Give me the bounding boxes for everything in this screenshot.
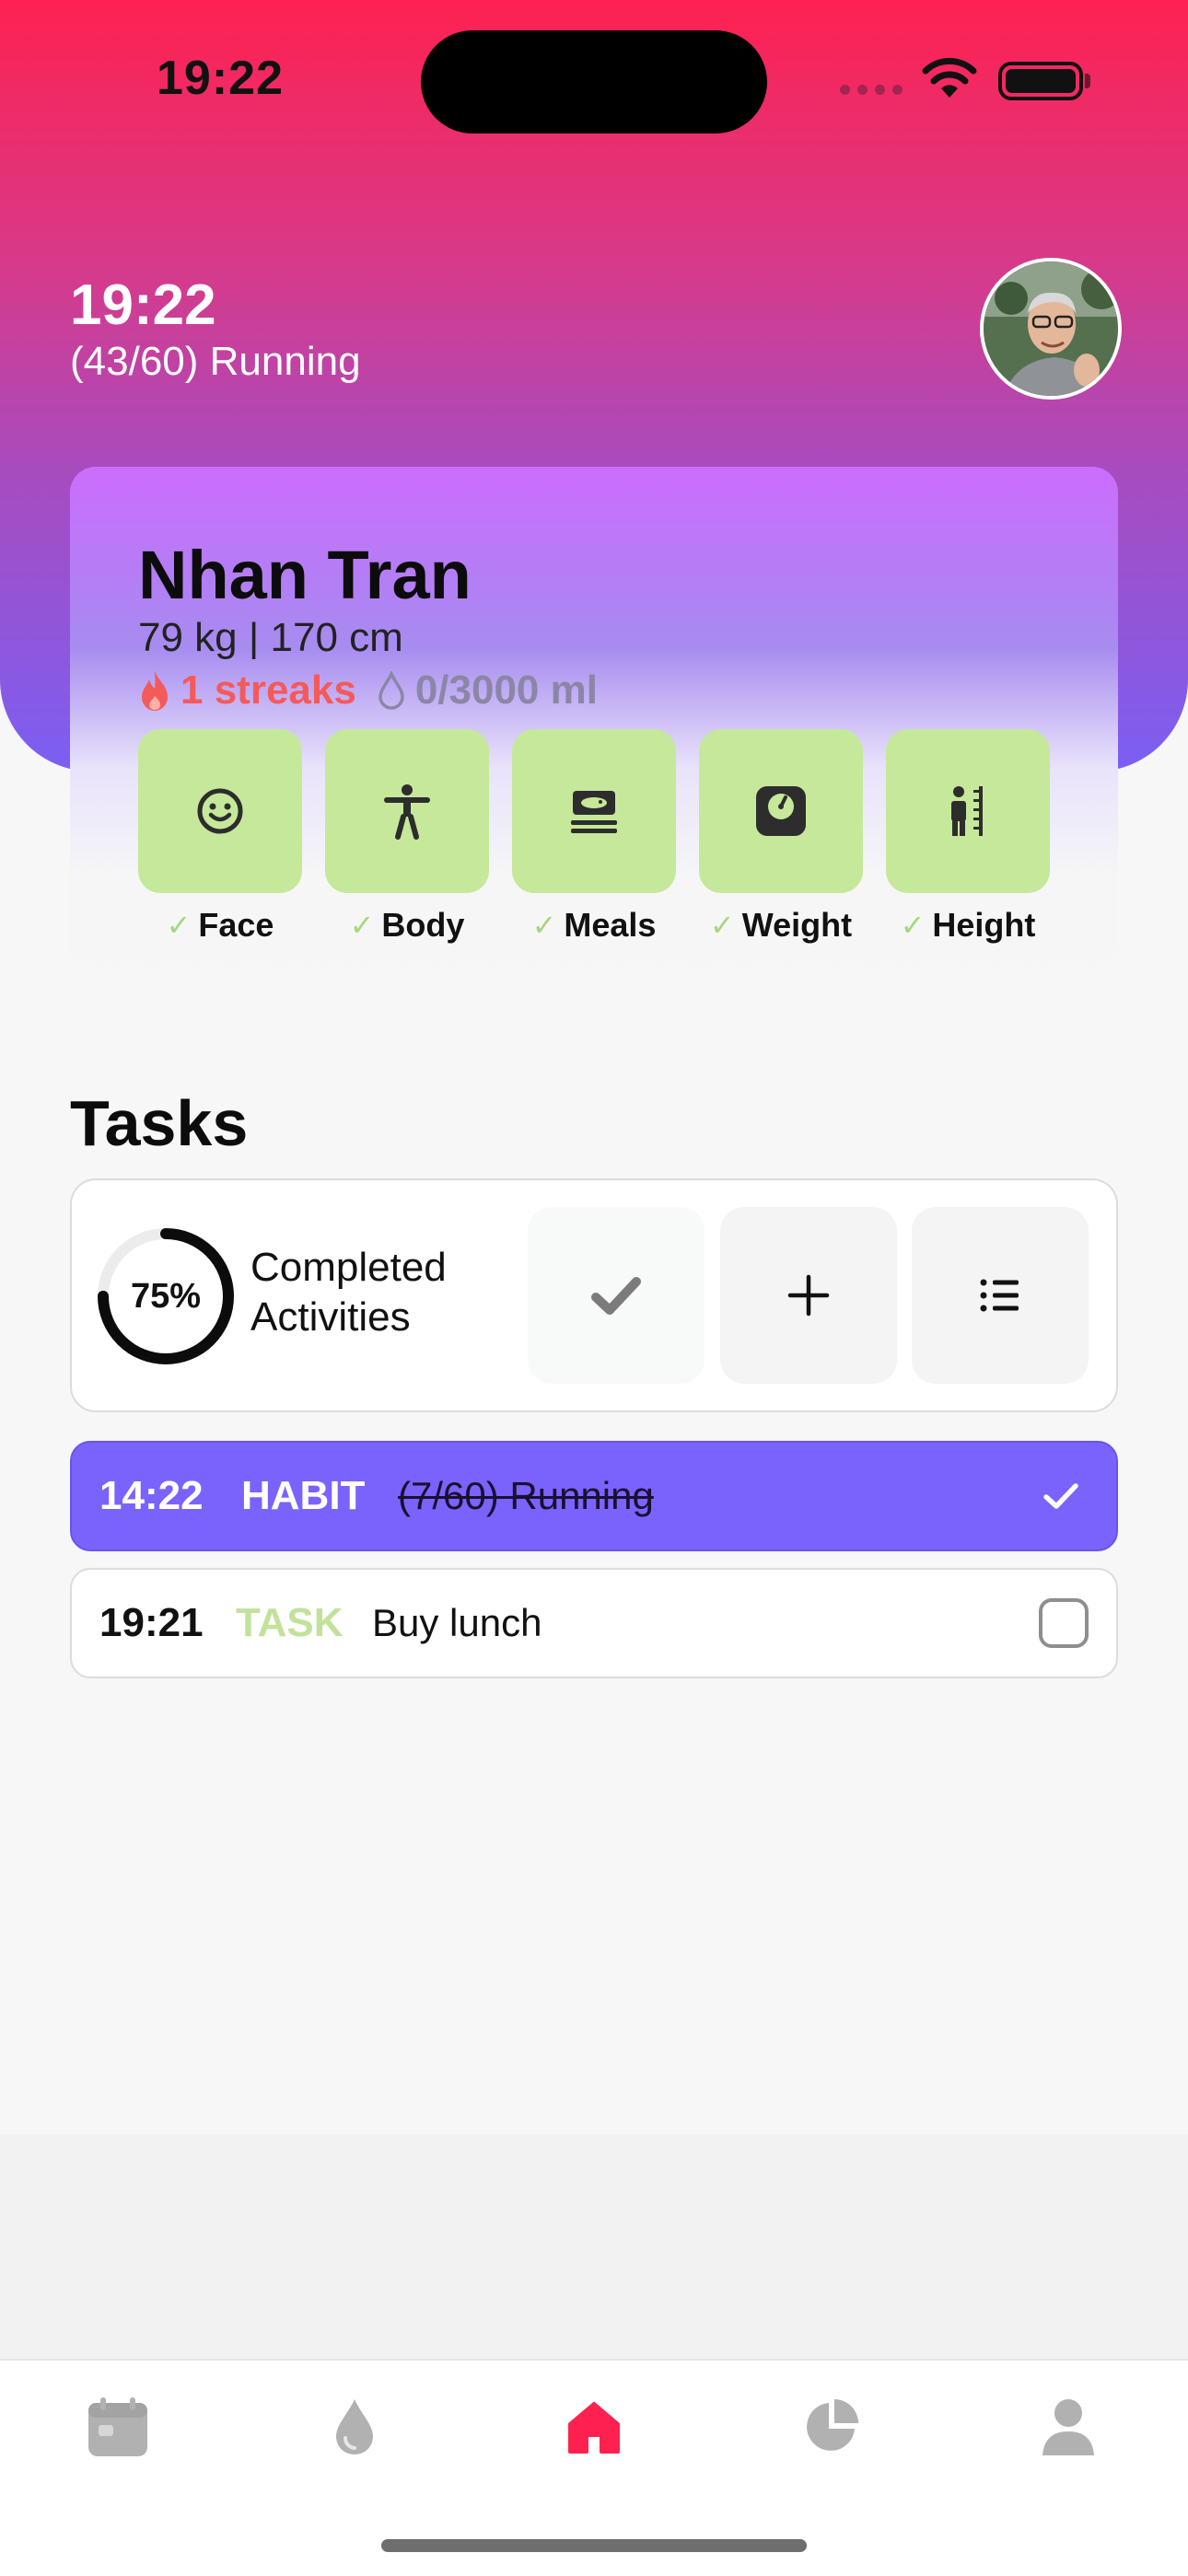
meal-icon <box>571 791 617 833</box>
log-tile-body[interactable] <box>325 729 489 893</box>
body-icon <box>384 784 430 840</box>
complete-all-button[interactable] <box>528 1207 705 1384</box>
log-face[interactable]: ✓ Face <box>138 729 302 945</box>
status-time: 19:22 <box>157 52 284 105</box>
pie-chart-icon <box>807 2399 858 2451</box>
task-checkbox[interactable] <box>1039 1598 1089 1648</box>
person-icon <box>1042 2399 1094 2455</box>
avatar[interactable] <box>980 258 1122 400</box>
task-done-checkbox[interactable] <box>1033 1468 1089 1524</box>
check-icon: ✓ <box>349 909 375 942</box>
log-label-height: Height <box>932 906 1036 944</box>
water-drop-icon <box>379 671 404 710</box>
log-label-face: Face <box>198 906 274 944</box>
task-time: 14:22 <box>99 1473 204 1518</box>
profile-name: Nhan Tran <box>138 537 472 613</box>
log-tile-weight[interactable] <box>699 729 863 893</box>
calendar-icon <box>88 2397 147 2456</box>
list-view-button[interactable] <box>912 1207 1089 1384</box>
tab-calendar[interactable] <box>81 2390 155 2464</box>
log-tile-face[interactable] <box>138 729 302 893</box>
tab-profile[interactable] <box>1031 2390 1105 2464</box>
status-bar: 19:22 <box>0 0 1188 147</box>
log-tile-height[interactable] <box>886 729 1050 893</box>
scale-icon <box>756 786 806 836</box>
task-row[interactable]: 19:21 TASK Buy lunch <box>70 1568 1118 1678</box>
check-icon: ✓ <box>709 909 735 942</box>
log-label-meals: Meals <box>564 906 657 944</box>
task-type: TASK <box>236 1600 344 1645</box>
dynamic-island <box>421 30 767 133</box>
streak-row: 1 streaks 0/3000 ml <box>136 663 598 718</box>
log-height[interactable]: ✓ Height <box>886 729 1050 945</box>
smile-icon <box>197 788 243 834</box>
battery-tip <box>1085 74 1090 88</box>
header-time: 19:22 <box>70 273 216 337</box>
water-intake: 0/3000 ml <box>414 667 598 713</box>
check-icon: ✓ <box>531 909 557 942</box>
current-activity: (43/60) Running <box>70 339 361 384</box>
task-time: 19:21 <box>99 1600 204 1645</box>
log-body[interactable]: ✓ Body <box>325 729 489 945</box>
battery-icon <box>998 62 1083 100</box>
log-label-weight: Weight <box>741 906 853 944</box>
list-icon <box>980 1279 1019 1312</box>
check-icon <box>1043 1483 1078 1509</box>
wifi-icon <box>922 57 977 98</box>
height-icon <box>951 786 983 836</box>
streak-count: 1 streaks <box>181 667 356 713</box>
profile-metrics: 79 kg | 170 cm <box>138 615 403 660</box>
task-row[interactable]: 14:22 HABIT (7/60) Running <box>70 1441 1118 1551</box>
plus-icon <box>787 1274 830 1317</box>
log-meals[interactable]: ✓ Meals <box>512 729 676 945</box>
log-label-body: Body <box>381 906 465 944</box>
check-icon: ✓ <box>900 909 926 942</box>
progress-ring: 75% <box>96 1226 236 1366</box>
completed-label: Completed Activities <box>250 1245 447 1340</box>
tab-water[interactable] <box>318 2390 391 2464</box>
tab-stats[interactable] <box>794 2390 868 2464</box>
check-icon: ✓ <box>166 909 192 942</box>
check-icon <box>591 1277 641 1315</box>
add-task-button[interactable] <box>720 1207 897 1384</box>
tasks-heading: Tasks <box>70 1087 249 1159</box>
task-title: (7/60) Running <box>398 1474 654 1517</box>
log-tile-meals[interactable] <box>512 729 676 893</box>
tab-home[interactable] <box>557 2390 631 2464</box>
fire-icon <box>142 670 168 711</box>
log-weight[interactable]: ✓ Weight <box>699 729 863 945</box>
task-title: Buy lunch <box>372 1601 542 1644</box>
progress-percent: 75% <box>130 1276 202 1316</box>
home-indicator <box>381 2539 807 2552</box>
task-type: HABIT <box>241 1473 366 1518</box>
water-drop-icon <box>336 2399 373 2454</box>
cellular-signal-icon <box>840 85 904 98</box>
home-icon <box>568 2402 620 2454</box>
